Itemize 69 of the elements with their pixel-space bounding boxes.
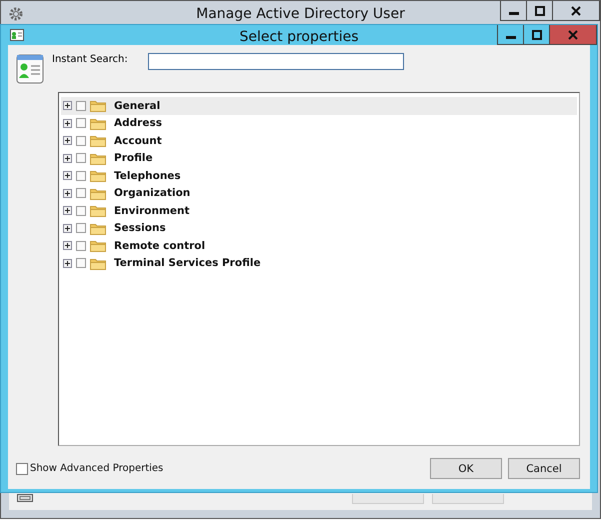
search-field[interactable] — [148, 53, 404, 70]
expand-icon[interactable] — [63, 171, 72, 180]
tree-item[interactable]: Sessions — [61, 220, 577, 237]
expand-icon[interactable] — [63, 224, 72, 233]
folder-icon — [90, 116, 106, 130]
tree-item[interactable]: General — [61, 97, 577, 114]
tree-item[interactable]: Remote control — [61, 237, 577, 254]
checkbox[interactable] — [76, 170, 86, 181]
expand-icon[interactable] — [63, 241, 72, 250]
tree-item[interactable]: Address — [61, 114, 577, 132]
folder-icon — [90, 134, 106, 148]
checkbox[interactable] — [76, 240, 86, 251]
folder-icon — [90, 152, 106, 165]
tree-item[interactable]: Terminal Services Profile — [61, 254, 577, 272]
folder-icon — [90, 186, 106, 200]
close-icon — [571, 6, 581, 16]
window-icon — [17, 494, 33, 502]
checkbox[interactable] — [76, 136, 86, 146]
tree-item-label: Account — [114, 134, 162, 147]
tree-item-label: Terminal Services Profile — [114, 257, 261, 270]
minimize-button[interactable] — [500, 1, 527, 21]
window-title: Manage Active Directory User — [195, 6, 406, 22]
folder-icon — [90, 256, 106, 270]
folder-icon — [90, 99, 106, 112]
expand-icon[interactable] — [63, 101, 72, 110]
search-label: Instant Search: — [52, 54, 129, 65]
gear-icon — [8, 6, 24, 22]
tree-item-label: Organization — [114, 187, 190, 200]
advanced-properties-checkbox[interactable]: Show Advanced Properties — [16, 462, 164, 474]
ok-button[interactable]: OK — [430, 458, 502, 479]
tree-item[interactable]: Telephones — [61, 167, 577, 184]
user-card-icon — [10, 28, 24, 42]
close-icon — [568, 30, 578, 40]
close-button[interactable] — [552, 1, 600, 21]
expand-icon[interactable] — [63, 154, 72, 163]
expand-icon[interactable] — [63, 258, 72, 268]
folder-icon — [90, 222, 106, 235]
tree-item[interactable]: Account — [61, 132, 577, 150]
tree-item-label: General — [114, 100, 160, 112]
tree-item-label: Address — [114, 117, 162, 130]
expand-icon[interactable] — [63, 118, 72, 128]
user-card-icon — [16, 52, 44, 86]
maximize-icon — [532, 30, 542, 40]
expand-icon[interactable] — [63, 188, 72, 198]
checkbox[interactable] — [76, 118, 86, 128]
tree-item-label: Telephones — [114, 170, 181, 182]
folder-icon — [90, 204, 106, 218]
checkbox[interactable] — [76, 223, 86, 234]
tree-item-label: Environment — [114, 204, 190, 217]
tree-item[interactable]: Environment — [61, 202, 577, 220]
checkbox[interactable] — [76, 153, 86, 164]
tree-item[interactable]: Profile — [61, 150, 577, 167]
dialog-title: Select properties — [238, 29, 360, 45]
expand-icon[interactable] — [63, 136, 72, 146]
checkbox[interactable] — [76, 206, 86, 216]
checkbox[interactable] — [76, 100, 86, 111]
tree-item-label: Profile — [114, 152, 153, 164]
tree-item-label: Sessions — [114, 222, 166, 234]
expand-icon[interactable] — [63, 206, 72, 216]
tree-item-label: Remote control — [114, 240, 206, 252]
minimize-icon — [506, 36, 516, 38]
maximize-icon — [534, 6, 544, 16]
cancel-button[interactable]: Cancel — [508, 458, 580, 479]
folder-icon — [90, 239, 106, 252]
minimize-icon — [508, 12, 518, 14]
tree-item[interactable]: Organization — [61, 184, 577, 202]
checkbox[interactable] — [76, 258, 86, 268]
checkbox[interactable] — [76, 188, 86, 198]
folder-icon — [90, 169, 106, 182]
